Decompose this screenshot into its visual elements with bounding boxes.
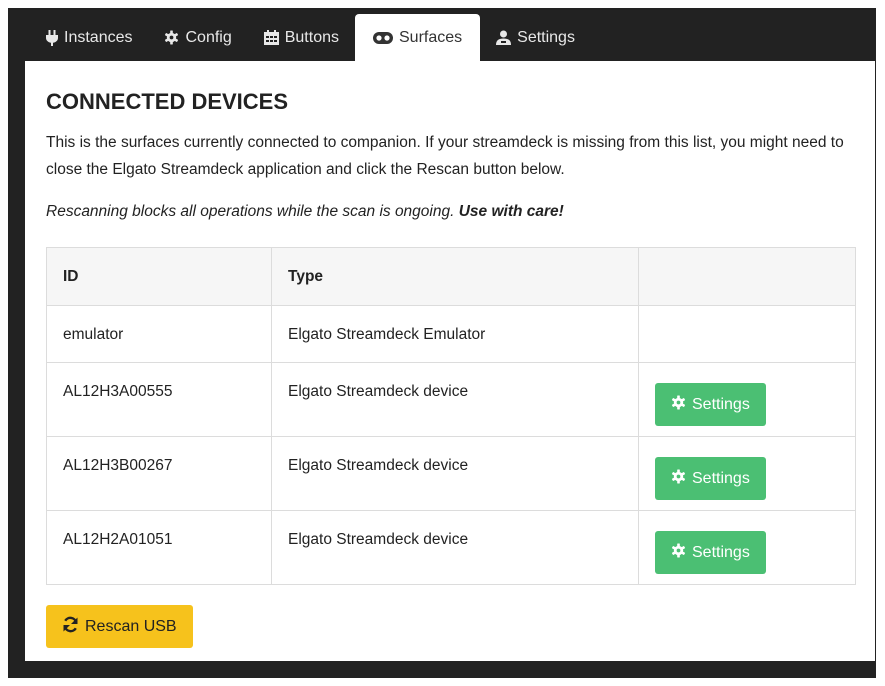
device-type: Elgato Streamdeck device [271,510,639,585]
device-id: AL12H2A01051 [46,510,272,585]
refresh-icon [62,616,79,638]
warning-message: Rescanning blocks all operations while t… [46,203,459,220]
device-settings-button[interactable]: Settings [655,457,766,500]
calendar-grid-icon [263,30,279,45]
settings-button-label: Settings [692,469,750,487]
tab-buttons[interactable]: Buttons [248,14,355,61]
plug-icon [46,29,58,46]
intro-text: This is the surfaces currently connected… [46,134,844,178]
page-title: CONNECTED DEVICES [46,89,289,114]
tab-label: Instances [64,28,133,46]
user-cog-icon [496,30,512,45]
device-actions [638,305,856,363]
tab-label: Config [185,28,232,46]
gear-icon [671,468,686,489]
column-header-id: ID [46,247,272,306]
column-header-type: Type [271,247,639,306]
tab-surfaces[interactable]: Surfaces [355,14,481,61]
settings-button-label: Settings [692,543,750,561]
table-header-row: ID Type [46,247,856,306]
settings-button-label: Settings [692,395,750,413]
device-actions: Settings [638,362,856,437]
gear-icon [671,394,686,415]
surfaces-panel: CONNECTED DEVICES This is the surfaces c… [25,61,875,661]
warning-emphasis: Use with care! [458,203,564,220]
devices-table: ID Type emulator Elgato Streamdeck Emula… [46,247,856,585]
tab-label: Settings [517,28,575,46]
table-row: AL12H3B00267 Elgato Streamdeck device Se… [46,436,856,511]
rescan-button-label: Rescan USB [85,617,177,635]
gear-icon [164,30,179,45]
gamepad-icon [373,31,393,44]
device-id: AL12H3A00555 [46,362,272,437]
tab-instances[interactable]: Instances [30,14,148,61]
column-header-actions [638,247,856,306]
gear-icon [671,542,686,563]
device-type: Elgato Streamdeck device [271,436,639,511]
device-id: AL12H3B00267 [46,436,272,511]
device-actions: Settings [638,436,856,511]
tab-bar: Instances Config Buttons Surfaces Settin… [30,14,591,61]
device-id: emulator [46,305,272,363]
warning-text: Rescanning blocks all operations while t… [46,203,564,221]
table-row: AL12H3A00555 Elgato Streamdeck device Se… [46,362,856,437]
app-frame: Instances Config Buttons Surfaces Settin… [8,8,876,678]
tab-config[interactable]: Config [148,14,247,61]
device-settings-button[interactable]: Settings [655,383,766,426]
tab-settings[interactable]: Settings [480,14,591,61]
device-settings-button[interactable]: Settings [655,531,766,574]
device-type: Elgato Streamdeck device [271,362,639,437]
tab-label: Surfaces [399,28,463,46]
rescan-usb-button[interactable]: Rescan USB [46,605,193,648]
device-actions: Settings [638,510,856,585]
device-type: Elgato Streamdeck Emulator [271,305,639,363]
tab-label: Buttons [284,28,339,46]
table-row: AL12H2A01051 Elgato Streamdeck device Se… [46,510,856,585]
table-row: emulator Elgato Streamdeck Emulator [46,305,856,363]
